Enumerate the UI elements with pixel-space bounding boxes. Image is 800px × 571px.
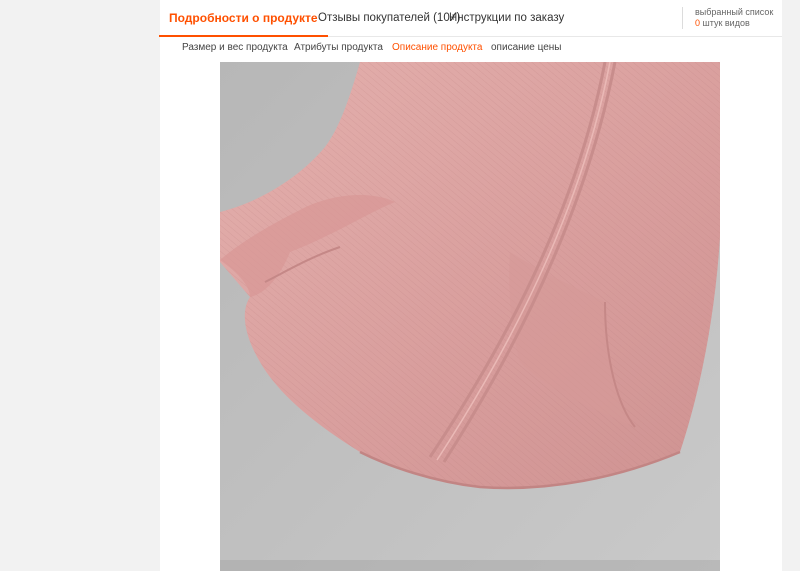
pink-zip-hoodie-image <box>220 62 720 571</box>
main-tab-bar: Подробности о продукте Отзывы покупателе… <box>159 0 782 37</box>
product-photo <box>220 62 720 571</box>
wishlist-count-suffix: штук видов <box>700 18 750 28</box>
wishlist-title: выбранный список <box>695 7 774 17</box>
subtab-attributes[interactable]: Атрибуты продукта <box>294 37 383 59</box>
wishlist-count-line: 0 штук видов <box>695 18 773 29</box>
tab-customer-reviews[interactable]: Отзывы покупателей (10+) <box>318 0 460 36</box>
subtab-description[interactable]: Описание продукта <box>392 37 482 59</box>
sub-tab-bar: Размер и вес продукта Атрибуты продукта … <box>160 37 782 61</box>
subtab-price-description[interactable]: описание цены <box>491 37 561 59</box>
wishlist-summary[interactable]: выбранный список 0 штук видов <box>682 7 773 29</box>
tab-product-details[interactable]: Подробности о продукте <box>159 0 328 37</box>
product-detail-panel: Подробности о продукте Отзывы покупателе… <box>159 0 782 571</box>
tab-order-instructions[interactable]: Инструкции по заказу <box>449 0 564 36</box>
subtab-size-weight[interactable]: Размер и вес продукта <box>182 37 288 59</box>
